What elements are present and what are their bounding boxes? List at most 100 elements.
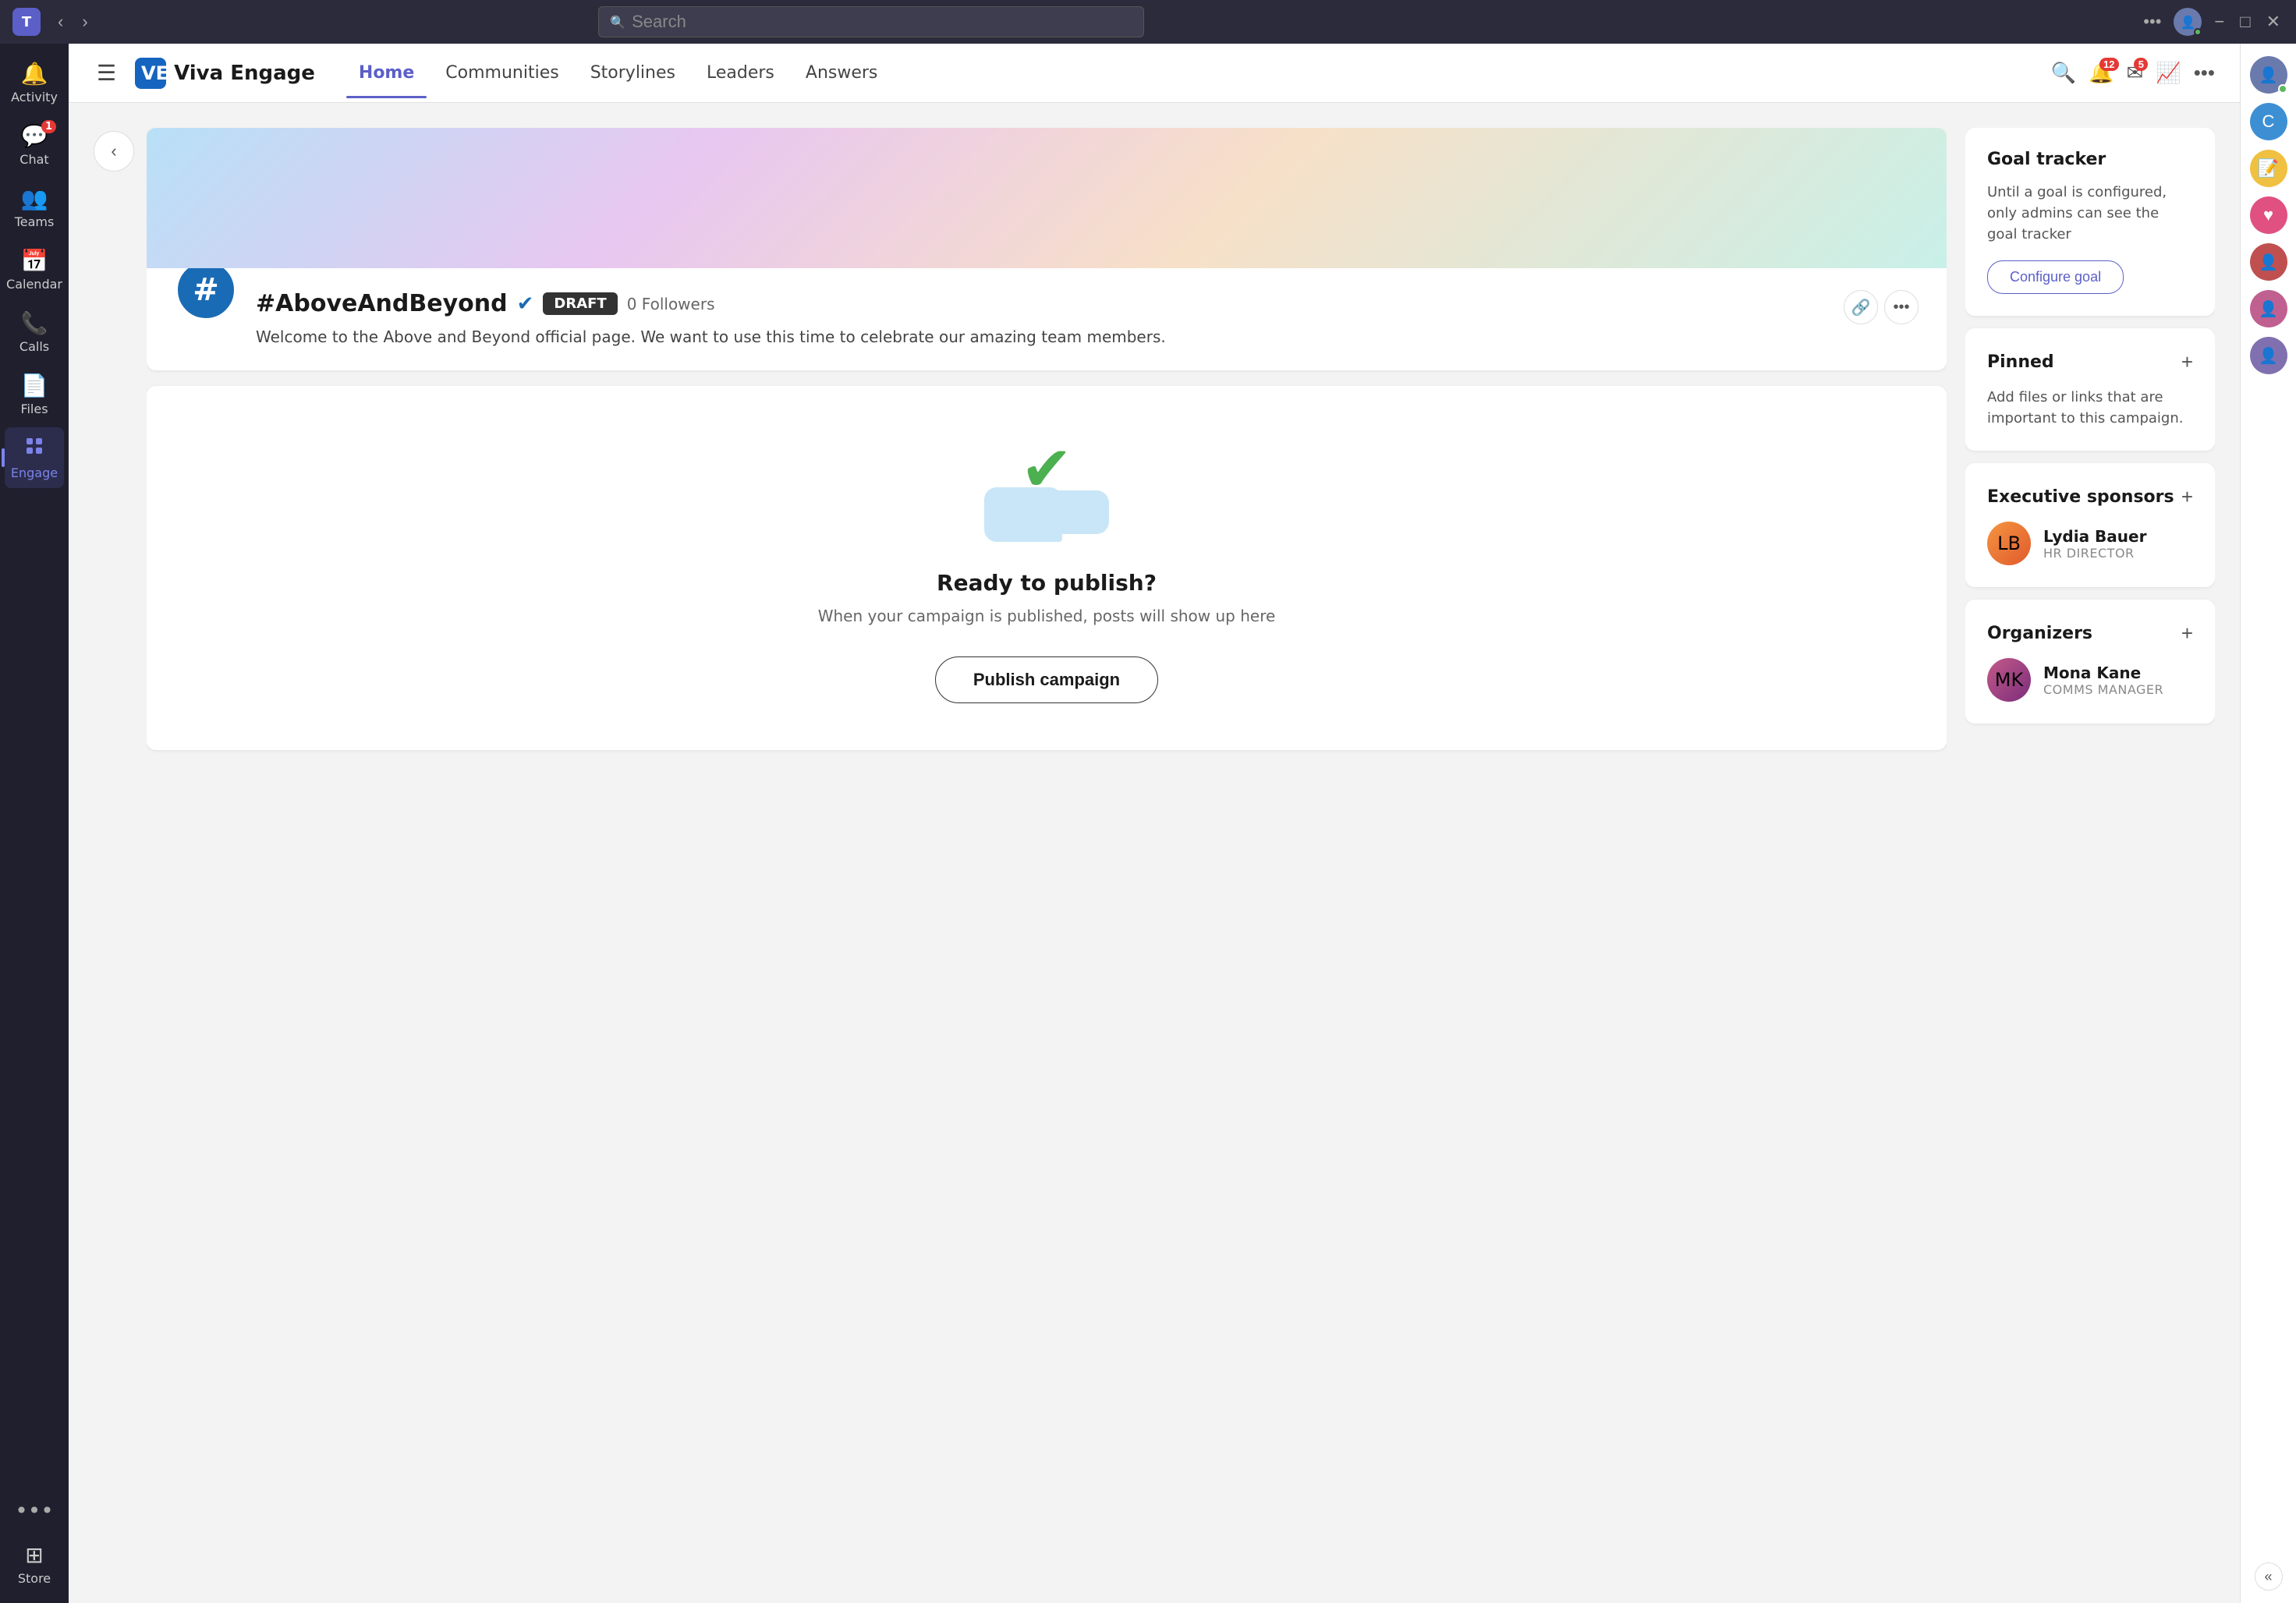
search-input[interactable]: [632, 12, 1132, 32]
campaign-more-button[interactable]: •••: [1884, 290, 1919, 324]
sidebar-label-store: Store: [18, 1571, 51, 1586]
maximize-button[interactable]: □: [2237, 9, 2253, 35]
far-right-avatar-4[interactable]: 👤: [2250, 337, 2287, 374]
publish-card: ✔ Ready to publish? When your campaign i…: [147, 386, 1947, 750]
organizer-mona-kane: MK Mona Kane COMMS MANAGER: [1987, 658, 2193, 702]
top-nav-links: Home Communities Storylines Leaders Answ…: [346, 57, 890, 89]
pinned-title: Pinned: [1987, 352, 2054, 372]
sidebar-item-engage[interactable]: Engage: [5, 427, 64, 488]
publish-campaign-button[interactable]: Publish campaign: [935, 656, 1158, 703]
sidebar-item-store[interactable]: ⊞ Store: [5, 1534, 64, 1594]
left-sidebar: 🔔 Activity 1 💬 Chat 👥 Teams 📅 Calendar 📞…: [0, 44, 69, 1603]
publish-ready-subtitle: When your campaign is published, posts w…: [818, 607, 1276, 625]
minimize-button[interactable]: −: [2211, 9, 2227, 35]
far-right-avatar-2[interactable]: 👤: [2250, 243, 2287, 281]
sidebar-label-files: Files: [20, 402, 48, 416]
campaign-hashtag-symbol: #: [193, 272, 219, 308]
goal-tracker-header: Goal tracker: [1987, 150, 2193, 169]
executive-sponsors-add-button[interactable]: +: [2181, 485, 2193, 509]
organizers-add-button[interactable]: +: [2181, 621, 2193, 646]
app-logo: VE Viva Engage: [135, 58, 315, 89]
far-right-avatar-3[interactable]: 👤: [2250, 290, 2287, 327]
campaign-banner: [147, 128, 1947, 268]
organizer-mona-avatar: MK: [1987, 658, 2031, 702]
sidebar-item-files[interactable]: 📄 Files: [5, 365, 64, 424]
sidebar-label-calls: Calls: [19, 339, 49, 354]
sidebar-item-calls[interactable]: 📞 Calls: [5, 303, 64, 362]
user-avatar-titlebar[interactable]: 👤: [2174, 8, 2202, 36]
pinned-description: Add files or links that are important to…: [1987, 387, 2193, 429]
executive-sponsors-card: Executive sponsors + LB Lydia Bauer HR D…: [1965, 463, 2215, 587]
campaign-info: # #AboveAndBeyond ✔ DRAFT 0 Followers We…: [147, 268, 1947, 370]
notifications-badge: 12: [2099, 58, 2118, 71]
far-right-panel: 👤 C 📝 ♥ 👤 👤 👤 «: [2240, 44, 2296, 1603]
campaign-description: Welcome to the Above and Beyond official…: [256, 325, 1825, 349]
sidebar-item-calendar[interactable]: 📅 Calendar: [5, 240, 64, 299]
sidebar-item-teams[interactable]: 👥 Teams: [5, 178, 64, 237]
far-right-icon-btn-2[interactable]: 📝: [2250, 150, 2287, 187]
right-sidebar: Goal tracker Until a goal is configured,…: [1965, 128, 2215, 1578]
organizers-card: Organizers + MK Mona Kane COMMS MANAGER: [1965, 600, 2215, 724]
back-button[interactable]: ‹: [50, 9, 71, 35]
collapse-panel-button[interactable]: «: [2255, 1562, 2283, 1591]
sidebar-more-button[interactable]: •••: [7, 1490, 62, 1531]
sidebar-label-chat: Chat: [19, 152, 48, 167]
sponsor-lydia-avatar: LB: [1987, 522, 2031, 565]
executive-sponsors-title: Executive sponsors: [1987, 487, 2174, 507]
publish-illustration: ✔: [984, 433, 1109, 542]
sidebar-label-activity: Activity: [11, 90, 58, 104]
chat-badge: 1: [41, 120, 56, 133]
nav-link-communities[interactable]: Communities: [433, 57, 571, 89]
goal-tracker-title: Goal tracker: [1987, 150, 2106, 169]
campaign-title-row: #AboveAndBeyond ✔ DRAFT 0 Followers: [256, 290, 1825, 317]
more-options-button[interactable]: •••: [2194, 61, 2215, 85]
nav-link-home[interactable]: Home: [346, 57, 427, 89]
teams-icon: 👥: [21, 186, 48, 211]
organizers-title: Organizers: [1987, 624, 2092, 643]
publish-ready-title: Ready to publish?: [937, 570, 1157, 596]
titlebar-search-bar[interactable]: 🔍: [598, 6, 1144, 37]
engage-icon: [23, 435, 45, 462]
activity-icon: 🔔: [21, 61, 48, 87]
goal-tracker-card: Goal tracker Until a goal is configured,…: [1965, 128, 2215, 316]
far-right-main-avatar[interactable]: 👤: [2250, 56, 2287, 94]
share-link-button[interactable]: 🔗: [1844, 290, 1878, 324]
sidebar-item-activity[interactable]: 🔔 Activity: [5, 53, 64, 112]
pinned-add-button[interactable]: +: [2181, 350, 2193, 374]
left-panel: ‹ # #AboveAndBeyo: [94, 128, 1947, 1578]
organizer-mona-info: Mona Kane COMMS MANAGER: [2043, 663, 2193, 697]
nav-link-leaders[interactable]: Leaders: [694, 57, 787, 89]
executive-sponsors-header: Executive sponsors +: [1987, 485, 2193, 509]
notifications-button[interactable]: 🔔 12: [2089, 61, 2114, 85]
close-button[interactable]: ✕: [2263, 9, 2284, 35]
sidebar-item-chat[interactable]: 1 💬 Chat: [5, 115, 64, 175]
hamburger-button[interactable]: ☰: [94, 57, 119, 89]
teams-logo-icon: T: [12, 8, 41, 36]
back-navigation-button[interactable]: ‹: [94, 131, 134, 172]
content-area: ☰ VE Viva Engage Home Communities Storyl…: [69, 44, 2240, 1603]
files-icon: 📄: [21, 373, 48, 398]
pinned-header: Pinned +: [1987, 350, 2193, 374]
sponsor-lydia-bauer: LB Lydia Bauer HR DIRECTOR: [1987, 522, 2193, 565]
checkmark-icon: ✔: [1020, 433, 1072, 505]
search-button[interactable]: 🔍: [2051, 61, 2076, 85]
sidebar-label-teams: Teams: [15, 214, 55, 229]
titlebar-nav: ‹ ›: [50, 9, 96, 35]
campaign-details: #AboveAndBeyond ✔ DRAFT 0 Followers Welc…: [256, 290, 1825, 349]
sidebar-label-calendar: Calendar: [6, 277, 62, 292]
far-right-icon-btn-3[interactable]: ♥: [2250, 196, 2287, 234]
organizer-mona-name: Mona Kane: [2043, 663, 2193, 682]
configure-goal-button[interactable]: Configure goal: [1987, 260, 2124, 294]
titlebar-more-button[interactable]: •••: [2140, 9, 2164, 35]
sponsor-lydia-role: HR DIRECTOR: [2043, 546, 2193, 561]
messages-button[interactable]: ✉ 5: [2127, 61, 2144, 85]
nav-link-answers[interactable]: Answers: [793, 57, 891, 89]
forward-button[interactable]: ›: [74, 9, 95, 35]
nav-link-storylines[interactable]: Storylines: [578, 57, 688, 89]
far-right-icon-btn-1[interactable]: C: [2250, 103, 2287, 140]
organizer-mona-role: COMMS MANAGER: [2043, 682, 2193, 697]
sponsor-lydia-info: Lydia Bauer HR DIRECTOR: [2043, 527, 2193, 561]
analytics-button[interactable]: 📈: [2156, 61, 2181, 85]
sponsor-lydia-name: Lydia Bauer: [2043, 527, 2193, 546]
viva-engage-logo-icon: VE: [135, 58, 166, 89]
